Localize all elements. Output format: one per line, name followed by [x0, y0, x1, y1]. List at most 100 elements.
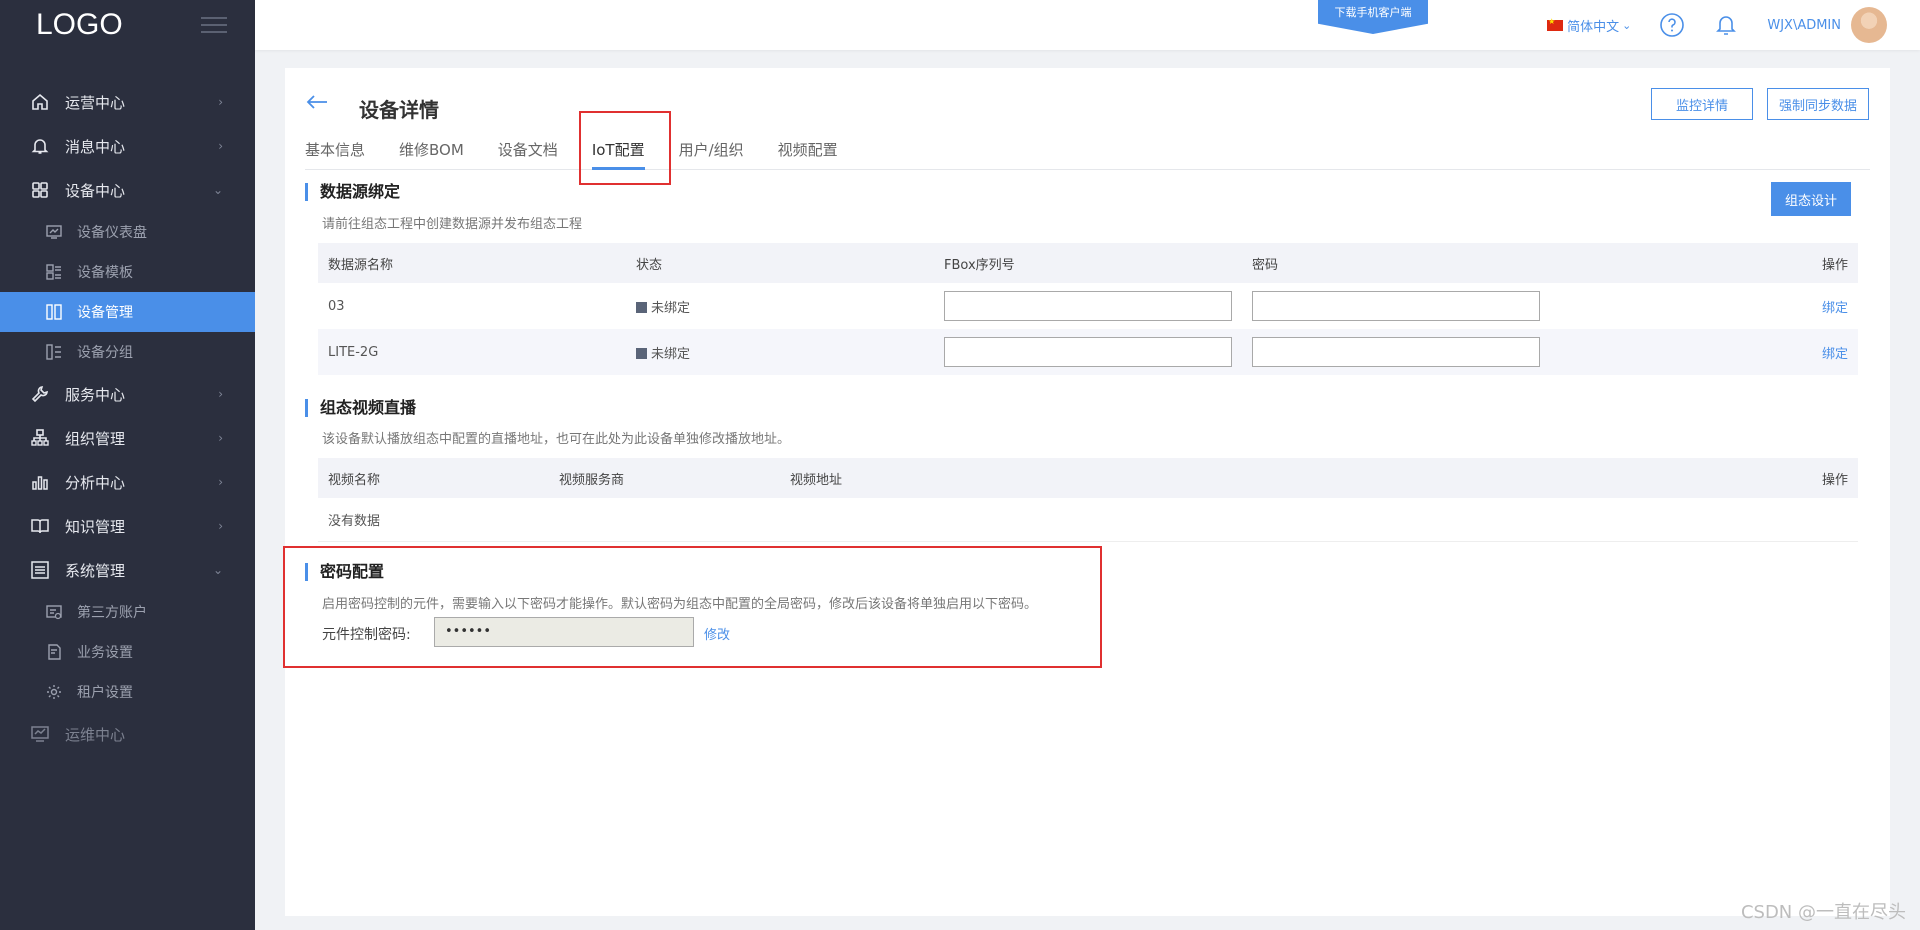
menu-toggle-icon[interactable] — [201, 17, 227, 33]
column-header: 密码 — [1252, 257, 1279, 273]
password-cell — [1242, 337, 1550, 367]
section-title-password: 密码配置 — [305, 563, 384, 581]
device-detail-card: 设备详情 监控详情 强制同步数据 基本信息 维修BOM 设备文档 IoT配置 用… — [283, 68, 1890, 916]
force-sync-button[interactable]: 强制同步数据 — [1767, 88, 1869, 120]
sidebar-subitem-label: 设备分组 — [77, 345, 133, 361]
dashboard-icon — [45, 223, 63, 241]
tab-user-org[interactable]: 用户/组织 — [662, 130, 761, 169]
detail-tabs: 基本信息 维修BOM 设备文档 IoT配置 用户/组织 视频配置 — [305, 130, 1870, 170]
bell-icon — [30, 136, 50, 156]
action-cell: 绑定 — [1550, 343, 1858, 362]
page-title: 设备详情 — [359, 98, 439, 122]
chevron-down-icon: ⌄ — [1622, 18, 1632, 32]
username[interactable]: WJX\ADMIN — [1767, 18, 1841, 33]
sidebar-subitem-device-group[interactable]: 设备分组 — [0, 332, 255, 372]
logo-row: LOGO — [0, 0, 255, 50]
sidebar-item-analysis[interactable]: 分析中心 › — [0, 460, 255, 504]
sidebar-item-system[interactable]: 系统管理 ⌄ — [0, 548, 255, 592]
bar-chart-icon — [30, 472, 50, 492]
sidebar-subitem-device-dashboard[interactable]: 设备仪表盘 — [0, 212, 255, 252]
sidebar-item-label: 知识管理 — [65, 517, 126, 536]
sidebar-item-label: 系统管理 — [65, 561, 126, 580]
sidebar-subitem-label: 设备仪表盘 — [77, 225, 147, 241]
fbox-serial-input[interactable] — [944, 291, 1232, 321]
section-title-datasource: 数据源绑定 — [305, 183, 400, 201]
top-header: 下载手机客户端 简体中文 ⌄ WJX\ADMIN — [255, 0, 1920, 50]
grid-icon — [30, 180, 50, 200]
status-square-icon — [636, 347, 647, 359]
sidebar-item-label: 运营中心 — [65, 93, 126, 112]
column-header: 操作 — [1821, 472, 1848, 488]
sidebar-item-devices[interactable]: 设备中心 ⌄ — [0, 168, 255, 212]
password-cell — [1242, 291, 1550, 321]
status-cell: 未绑定 — [626, 343, 934, 362]
china-flag-icon — [1547, 17, 1564, 31]
column-header: 视频地址 — [790, 472, 843, 488]
sidebar-item-organization[interactable]: 组织管理 › — [0, 416, 255, 460]
chevron-right-icon: › — [218, 475, 223, 489]
sidebar-subitem-label: 业务设置 — [77, 645, 133, 661]
document-settings-icon — [45, 643, 63, 661]
columns-icon — [45, 303, 63, 321]
modify-password-link[interactable]: 修改 — [704, 628, 730, 643]
empty-message: 没有数据 — [328, 514, 381, 529]
sidebar-subitem-third-party[interactable]: 第三方账户 — [0, 592, 255, 632]
sidebar-item-label: 运维中心 — [65, 725, 126, 744]
status-square-icon — [636, 301, 647, 313]
section-title-video: 组态视频直播 — [305, 399, 416, 417]
component-password-input[interactable]: •••••• — [434, 617, 694, 647]
config-design-button[interactable]: 组态设计 — [1771, 182, 1851, 216]
tab-device-docs[interactable]: 设备文档 — [481, 130, 575, 169]
modify-link-wrap: 修改 — [704, 624, 730, 643]
settings-panel-icon — [30, 560, 50, 580]
tab-video-config[interactable]: 视频配置 — [761, 130, 855, 169]
logo: LOGO — [36, 8, 123, 41]
chevron-down-icon: ⌄ — [212, 563, 223, 577]
download-app-tag[interactable]: 下载手机客户端 — [1318, 0, 1428, 34]
sidebar-item-ops[interactable]: 运维中心 — [0, 712, 255, 756]
video-table: 视频名称 视频服务商 视频地址 操作 没有数据 — [318, 458, 1858, 542]
sidebar-item-knowledge[interactable]: 知识管理 › — [0, 504, 255, 548]
sidebar-item-service[interactable]: 服务中心 › — [0, 372, 255, 416]
sidebar-subitem-business-settings[interactable]: 业务设置 — [0, 632, 255, 672]
bind-link[interactable]: 绑定 — [1822, 301, 1848, 316]
sidebar-item-operations[interactable]: 运营中心 › — [0, 80, 255, 124]
tab-repair-bom[interactable]: 维修BOM — [382, 130, 481, 169]
avatar[interactable] — [1851, 7, 1887, 43]
sidebar-subitem-label: 租户设置 — [77, 685, 133, 701]
language-label: 简体中文 — [1567, 19, 1620, 35]
template-icon — [45, 263, 63, 281]
action-cell: 绑定 — [1550, 297, 1858, 316]
language-selector[interactable]: 简体中文 ⌄ — [1547, 16, 1631, 35]
back-arrow-icon[interactable] — [305, 94, 329, 114]
gear-icon — [45, 683, 63, 701]
chevron-right-icon: › — [218, 139, 223, 153]
sidebar-subitem-device-management[interactable]: 设备管理 — [0, 292, 255, 332]
fbox-serial-input[interactable] — [944, 337, 1232, 367]
tab-iot-config[interactable]: IoT配置 — [575, 130, 662, 170]
tab-basic-info[interactable]: 基本信息 — [305, 130, 382, 169]
fbox-cell — [934, 291, 1242, 321]
help-icon[interactable] — [1659, 12, 1685, 38]
account-icon — [45, 603, 63, 621]
monitor-details-button[interactable]: 监控详情 — [1651, 88, 1753, 120]
header-actions: 简体中文 ⌄ WJX\ADMIN — [1547, 0, 1887, 50]
watermark: CSDN @一直在尽头 — [1740, 902, 1906, 923]
chevron-right-icon: › — [218, 387, 223, 401]
notification-bell-icon[interactable] — [1713, 12, 1739, 38]
column-header: 视频服务商 — [559, 472, 625, 488]
sidebar-subitem-label: 设备管理 — [77, 305, 133, 321]
datasource-name: 03 — [328, 298, 345, 314]
sidebar-subitem-tenant-settings[interactable]: 租户设置 — [0, 672, 255, 712]
password-input[interactable] — [1252, 291, 1540, 321]
sidebar-nav: 运营中心 › 消息中心 › 设备中心 ⌄ 设备仪表盘 设备模板 设备管理 设备分… — [0, 80, 255, 756]
column-header: FBox序列号 — [944, 257, 1015, 273]
password-input[interactable] — [1252, 337, 1540, 367]
section-desc-datasource: 请前往组态工程中创建数据源并发布组态工程 — [322, 217, 583, 232]
sidebar-subitem-label: 第三方账户 — [77, 605, 147, 621]
bind-link[interactable]: 绑定 — [1822, 347, 1848, 362]
sidebar-item-messages[interactable]: 消息中心 › — [0, 124, 255, 168]
sidebar-item-label: 设备中心 — [65, 181, 126, 200]
status-text: 未绑定 — [651, 346, 691, 362]
sidebar-subitem-device-template[interactable]: 设备模板 — [0, 252, 255, 292]
